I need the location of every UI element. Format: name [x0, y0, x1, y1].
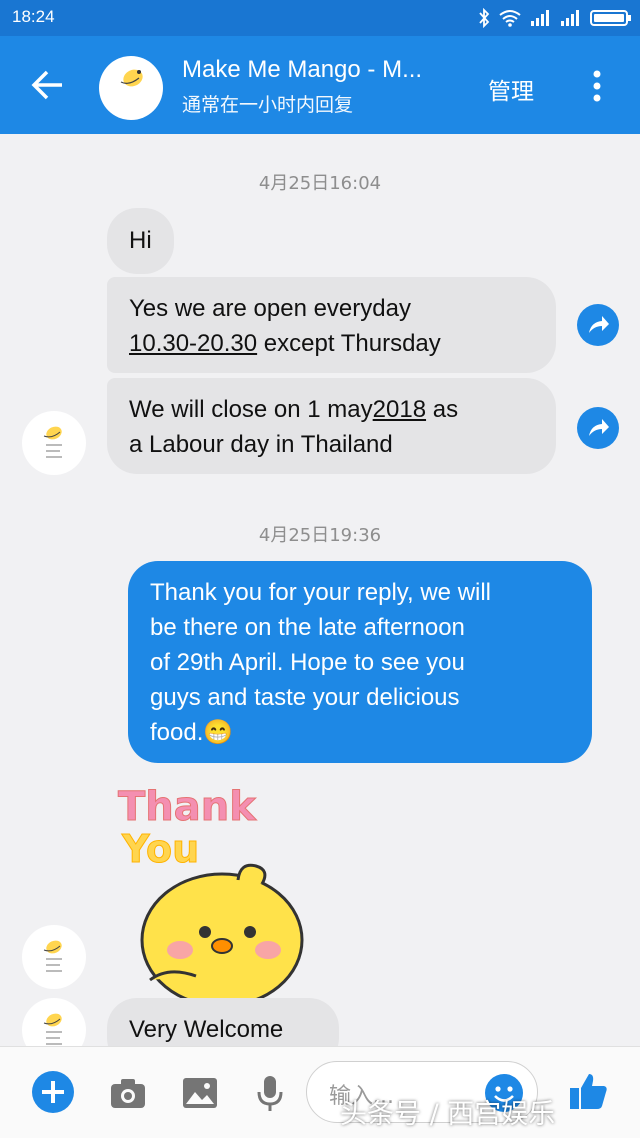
share-icon — [589, 419, 609, 436]
conversation-header: Make Me Mango - M... 通常在一小时内回复 管理 — [0, 36, 640, 134]
message-text: be there on the late afternoon — [150, 614, 465, 641]
received-message[interactable]: Very Welcome — [107, 998, 339, 1046]
bluetooth-icon — [478, 7, 490, 32]
like-button[interactable] — [566, 1069, 610, 1113]
gallery-icon — [183, 1078, 217, 1108]
message-link[interactable]: 2018 — [373, 396, 426, 423]
more-options-button[interactable] — [588, 68, 606, 104]
received-message[interactable]: Yes we are open everyday 10.30-20.30 exc… — [107, 277, 556, 373]
message-text: food. — [150, 719, 204, 746]
more-actions-button[interactable] — [32, 1071, 74, 1113]
camera-button[interactable] — [108, 1073, 148, 1113]
sender-avatar[interactable] — [22, 998, 86, 1046]
message-text: of 29th April. Hope to see you — [150, 649, 465, 676]
back-button[interactable] — [30, 68, 70, 102]
plus-icon — [42, 1081, 64, 1103]
sender-avatar[interactable] — [22, 411, 86, 475]
timestamp: 4月25日16:04 — [258, 173, 382, 194]
message-text: a Labour day in Thailand — [129, 431, 393, 458]
message-text: Hi — [129, 227, 152, 254]
share-button[interactable] — [577, 304, 619, 346]
received-message[interactable]: Hi — [107, 208, 174, 274]
sticker-text: You — [121, 827, 199, 871]
share-icon — [589, 316, 609, 333]
sender-avatar[interactable] — [22, 925, 86, 989]
message-link[interactable]: 10.30-20.30 — [129, 330, 257, 357]
message-text: Thank you for your reply, we will — [150, 579, 492, 606]
thank-you-sticker[interactable]: Thank You — [110, 770, 320, 1008]
back-arrow-icon — [31, 70, 62, 100]
camera-icon — [111, 1079, 145, 1108]
thumbs-up-icon — [570, 1074, 607, 1109]
gallery-button[interactable] — [180, 1073, 220, 1113]
message-text: guys and taste your delicious — [150, 684, 460, 711]
message-list[interactable]: 4月25日16:04 Hi Yes we are open everyday 1… — [0, 134, 640, 1046]
status-time: 18:24 — [12, 7, 55, 26]
share-button[interactable] — [577, 407, 619, 449]
more-vert-icon — [593, 70, 601, 102]
message-text: Very Welcome — [129, 1016, 284, 1043]
status-bar: 18:24 — [0, 0, 640, 36]
message-text: We will close on 1 may — [129, 396, 373, 423]
voice-button[interactable] — [250, 1073, 290, 1113]
status-icons — [478, 7, 632, 32]
grin-emoji: 😁 — [203, 719, 234, 746]
response-time-subtitle: 通常在一小时内回复 — [182, 94, 354, 116]
conversation-title: Make Me Mango - M... — [182, 56, 423, 83]
sent-message[interactable]: Thank you for your reply, we will be the… — [128, 561, 592, 763]
received-message[interactable]: We will close on 1 may2018 as a Labour d… — [107, 378, 556, 474]
sticker-text: Thank — [118, 784, 257, 830]
message-text: except Thursday — [257, 330, 441, 357]
timestamp: 4月25日19:36 — [258, 525, 382, 546]
signal-icon — [530, 9, 552, 31]
page-avatar[interactable] — [99, 56, 163, 120]
signal-icon — [560, 9, 582, 31]
battery-icon — [590, 9, 632, 31]
message-text: Yes we are open everyday — [129, 295, 411, 322]
wifi-icon — [498, 9, 522, 31]
mic-icon — [257, 1076, 283, 1111]
manage-button[interactable]: 管理 — [488, 72, 534, 106]
message-text: as — [426, 396, 459, 423]
watermark: 头条号 / 西宫娱乐 — [340, 1099, 556, 1130]
